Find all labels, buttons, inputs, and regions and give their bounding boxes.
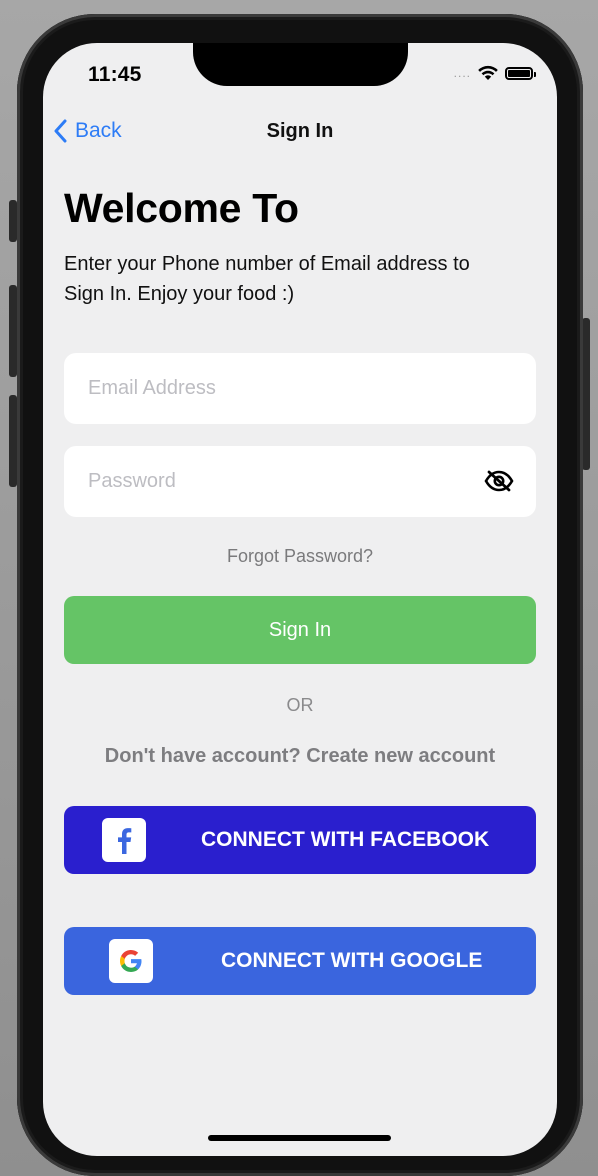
email-field[interactable] — [64, 353, 536, 424]
home-indicator[interactable] — [208, 1135, 391, 1141]
facebook-f-glyph — [118, 828, 132, 854]
or-divider: OR — [286, 695, 314, 715]
notch — [193, 43, 408, 86]
create-account-link[interactable]: Don't have account? Create new account — [43, 745, 557, 768]
facebook-icon — [102, 818, 146, 862]
password-input[interactable] — [86, 469, 514, 494]
navigation-bar: Back Sign In — [43, 115, 557, 151]
wifi-icon — [478, 65, 498, 80]
power-button — [582, 318, 590, 470]
welcome-heading: Welcome To — [64, 185, 299, 231]
eye-slash-icon[interactable] — [484, 469, 514, 493]
signal-dots: .... — [453, 66, 471, 80]
google-icon — [109, 939, 153, 983]
forgot-password-link[interactable]: Forgot Password? — [43, 546, 557, 567]
sign-in-button[interactable]: Sign In — [64, 596, 536, 664]
connect-google-button[interactable]: CONNECT WITH GOOGLE — [64, 927, 536, 995]
google-label: CONNECT WITH GOOGLE — [221, 949, 483, 972]
password-field[interactable] — [64, 446, 536, 517]
connect-facebook-button[interactable]: CONNECT WITH FACEBOOK — [64, 806, 536, 874]
battery-fill — [508, 69, 530, 77]
facebook-label: CONNECT WITH FACEBOOK — [201, 828, 490, 851]
volume-down-button — [9, 395, 17, 487]
battery-icon — [505, 66, 536, 80]
silent-switch — [9, 200, 17, 242]
google-g-glyph — [120, 950, 142, 972]
page-title: Sign In — [266, 120, 334, 142]
status-icons: .... — [453, 65, 536, 81]
app-screen: 11:45 .... Back Sign In Welcome To Enter… — [43, 43, 557, 1156]
device-stage: 11:45 .... Back Sign In Welcome To Enter… — [0, 0, 598, 1176]
welcome-subtitle: Enter your Phone number of Email address… — [64, 253, 470, 305]
battery-cap — [534, 71, 536, 77]
volume-up-button — [9, 285, 17, 377]
email-input[interactable] — [86, 376, 514, 401]
status-time: 11:45 — [88, 63, 142, 86]
